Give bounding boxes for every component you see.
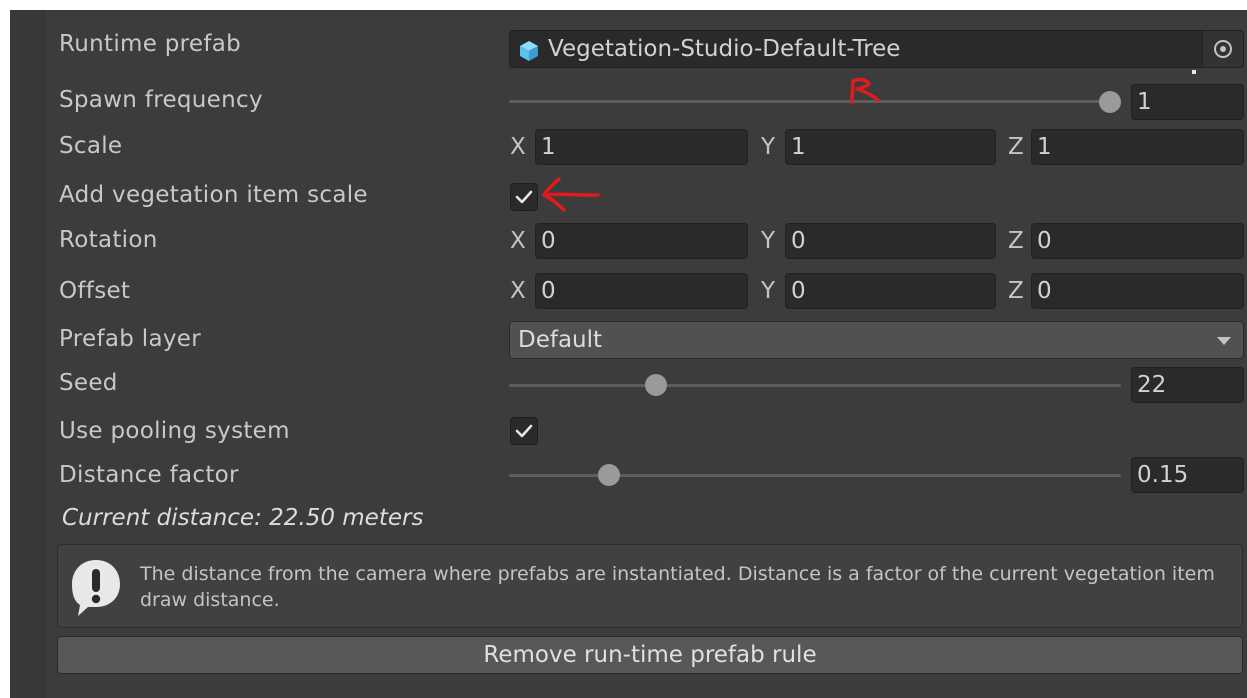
seed-slider-handle[interactable] [644, 374, 667, 396]
spawn-frequency-input[interactable]: 1 [1131, 84, 1244, 120]
prefab-layer-value: Default [518, 327, 603, 353]
rotation-z-input[interactable]: 0 [1031, 223, 1244, 259]
rotation-z-label: Z [1008, 228, 1024, 254]
offset-y-input[interactable]: 0 [785, 273, 996, 309]
runtime-prefab-label: Runtime prefab [59, 31, 242, 57]
current-distance-text: Current distance: 22.50 meters [62, 505, 424, 531]
target-icon [1214, 40, 1232, 58]
remove-runtime-prefab-rule-button[interactable]: Remove run-time prefab rule [57, 636, 1243, 674]
scale-y-label: Y [761, 134, 776, 160]
spawn-frequency-slider-handle[interactable] [1099, 91, 1121, 113]
use-pooling-system-label: Use pooling system [59, 418, 290, 444]
rotation-label: Rotation [59, 227, 158, 253]
scale-x-input[interactable]: 1 [535, 129, 748, 165]
distance-factor-slider-handle[interactable] [597, 464, 620, 486]
distance-factor-label: Distance factor [59, 462, 239, 488]
prefab-cube-icon [518, 40, 540, 66]
offset-z-label: Z [1008, 278, 1024, 304]
scale-z-label: Z [1008, 134, 1024, 160]
red-annotation-mark [850, 77, 880, 104]
offset-y-label: Y [761, 278, 776, 304]
red-annotation-arrow [542, 177, 600, 212]
exclamation-info-icon [68, 558, 124, 622]
seed-slider-track[interactable] [509, 384, 1121, 387]
object-picker-button[interactable] [1202, 31, 1243, 67]
add-vegetation-item-scale-checkbox[interactable] [510, 183, 538, 211]
rotation-y-label: Y [761, 228, 776, 254]
seed-label: Seed [59, 370, 118, 396]
distance-factor-input[interactable]: 0.15 [1131, 457, 1244, 493]
offset-label: Offset [59, 278, 131, 304]
checkmark-icon [515, 190, 533, 204]
use-pooling-system-checkbox[interactable] [510, 417, 538, 445]
spawn-frequency-label: Spawn frequency [59, 87, 263, 113]
dropdown-arrow-icon [1217, 337, 1231, 345]
prefab-layer-dropdown[interactable]: Default [509, 321, 1244, 359]
seed-input[interactable]: 22 [1131, 367, 1244, 403]
rotation-x-label: X [510, 228, 526, 254]
scale-x-label: X [510, 134, 526, 160]
offset-x-input[interactable]: 0 [535, 273, 748, 309]
scale-z-input[interactable]: 1 [1031, 129, 1244, 165]
rotation-x-input[interactable]: 0 [535, 223, 748, 259]
spawn-frequency-slider-track[interactable] [509, 100, 1110, 103]
offset-x-label: X [510, 278, 526, 304]
scale-label: Scale [59, 133, 123, 159]
runtime-prefab-value: Vegetation-Studio-Default-Tree [548, 36, 901, 62]
prefab-layer-label: Prefab layer [59, 326, 201, 352]
scale-y-input[interactable]: 1 [785, 129, 996, 165]
help-box: The distance from the camera where prefa… [57, 544, 1243, 628]
runtime-prefab-field[interactable]: Vegetation-Studio-Default-Tree [509, 30, 1244, 68]
offset-z-input[interactable]: 0 [1031, 273, 1244, 309]
add-vegetation-item-scale-label: Add vegetation item scale [59, 182, 368, 208]
rotation-y-input[interactable]: 0 [785, 223, 996, 259]
stray-pixel-mark [1192, 70, 1196, 74]
checkmark-icon [515, 424, 533, 438]
help-text: The distance from the camera where prefa… [140, 563, 1215, 611]
